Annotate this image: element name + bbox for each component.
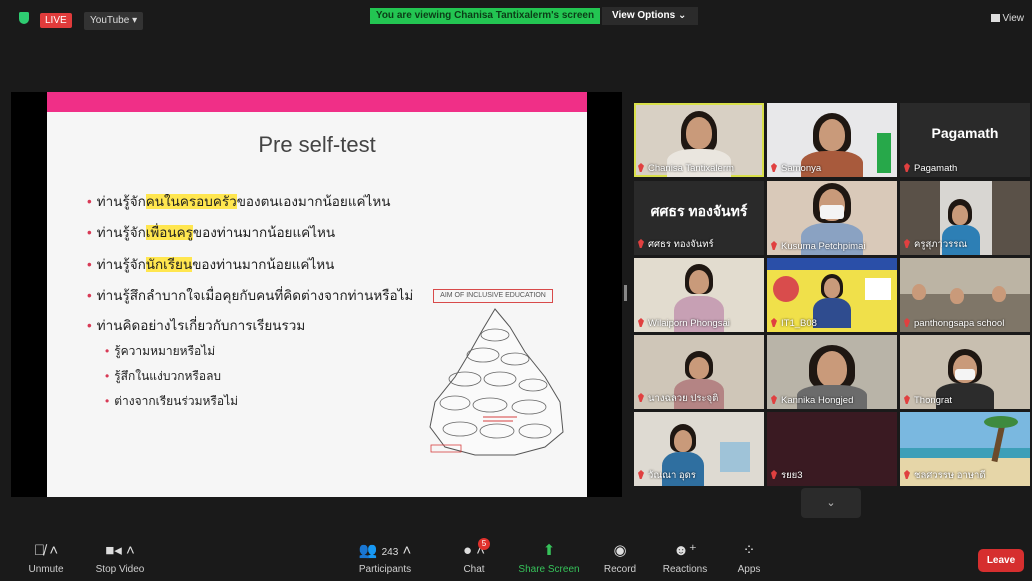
apps-label: Apps: [737, 564, 761, 575]
participant-name: ศศธร ทองจันทร์: [638, 237, 714, 252]
chat-badge: 5: [478, 538, 490, 550]
participants-icon: 👥 243 ˄: [358, 542, 412, 559]
viewing-banner: You are viewing Chanisa Tantixalerm's sc…: [370, 8, 600, 24]
participant-name: นางฉลวย ประจุติ: [638, 391, 718, 406]
banner-prefix: You are viewing: [375, 10, 452, 21]
iceberg-drawing: [429, 308, 564, 456]
muted-mic-icon: 🎙̸ ˄: [33, 542, 59, 559]
participant-initial-name: ศศธร ทองจันทร์: [650, 203, 748, 219]
sub-bullet-3: ต่างจากเรียนร่วมหรือไม่: [105, 392, 238, 411]
participant-tile[interactable]: Wilaiporn Phongsai: [634, 258, 764, 332]
participant-tile[interactable]: Kannika Hongjed: [767, 335, 897, 409]
participant-tile[interactable]: วัณณา อุดร: [634, 412, 764, 486]
sub-bullet-1: รู้ความหมายหรือไม่: [105, 342, 215, 361]
participant-tile[interactable]: panthongsapa school: [900, 258, 1030, 332]
participants-count: 243: [381, 547, 399, 558]
participant-name: วัณณา อุดร: [638, 468, 696, 483]
participant-tile[interactable]: ศศธร ทองจันทร์ ศศธร ทองจันทร์: [634, 181, 764, 255]
slide-title: Pre self-test: [258, 132, 376, 157]
apps-icon: ⁘: [742, 542, 756, 559]
participant-tile[interactable]: Chanisa Tantixalerm: [634, 103, 764, 177]
unmute-button[interactable]: 🎙̸ ˄ Unmute: [10, 540, 82, 575]
reactions-icon: ☻⁺: [673, 542, 697, 559]
stop-video-button[interactable]: ■◂ ˄ Stop Video: [84, 540, 156, 575]
participant-name: Samonya: [771, 163, 821, 174]
reactions-label: Reactions: [662, 564, 708, 575]
participant-tile[interactable]: Kusuma Petchpimai: [767, 181, 897, 255]
participant-tile[interactable]: IT1_B08: [767, 258, 897, 332]
more-participants-button[interactable]: ⌄: [801, 488, 861, 518]
share-screen-button[interactable]: ⬆ Share Screen: [513, 540, 585, 575]
apps-button[interactable]: ⁘ Apps: [713, 540, 785, 575]
live-badge[interactable]: LIVE: [40, 13, 72, 28]
participant-name: IT1_B08: [771, 318, 817, 329]
slide-header-bar: [47, 92, 587, 112]
splitter-handle[interactable]: [624, 285, 627, 301]
leave-button[interactable]: Leave: [978, 549, 1024, 572]
view-button[interactable]: View: [990, 13, 1025, 24]
participant-tile[interactable]: ครูสุภาวรรณ: [900, 181, 1030, 255]
view-options-button[interactable]: View Options ⌄: [602, 7, 698, 25]
participant-initial-name: Pagamath: [931, 125, 999, 141]
participant-tile[interactable]: Thongrat: [900, 335, 1030, 409]
chat-button[interactable]: ● ˄ 5 Chat: [438, 538, 510, 575]
participant-tile[interactable]: Samonya: [767, 103, 897, 177]
participant-name: Wilaiporn Phongsai: [638, 318, 730, 329]
participant-name: Kusuma Petchpimai: [771, 241, 865, 252]
bullet-1: ท่านรู้จักคนในครอบครัวของตนเองมากน้อยแค่…: [87, 190, 390, 212]
share-screen-icon: ⬆: [542, 542, 556, 559]
chat-bubble-icon: ● ˄ 5: [438, 538, 510, 562]
share-screen-label: Share Screen: [518, 564, 580, 575]
participant-name: ครูสุภาวรรณ: [904, 237, 967, 252]
participants-label: Participants: [358, 564, 412, 575]
banner-name: Chanisa Tantixalerm's screen: [454, 10, 595, 21]
participants-button[interactable]: 👥 243 ˄ Participants: [349, 540, 421, 575]
sub-bullet-2: รู้สึกในแง่บวกหรือลบ: [105, 367, 221, 386]
participant-name: panthongsapa school: [904, 318, 1004, 329]
aim-label: AIM OF INCLUSIVE EDUCATION: [433, 289, 553, 303]
bullet-2: ท่านรู้จักเพื่อนครูของท่านมากน้อยแค่ไหน: [87, 221, 335, 243]
participant-tile[interactable]: ชลศวรรษ อาษาดี: [900, 412, 1030, 486]
record-label: Record: [603, 564, 637, 575]
participant-name: Kannika Hongjed: [771, 395, 853, 406]
participant-name: Chanisa Tantixalerm: [638, 163, 734, 174]
grid-icon: [990, 14, 1000, 22]
record-button[interactable]: ◉ Record: [584, 540, 656, 575]
participant-tile[interactable]: Pagamath Pagamath: [900, 103, 1030, 177]
bullet-4: ท่านรู้สึกลำบากใจเมื่อคุยกับคนที่คิดต่าง…: [87, 284, 414, 306]
participant-tile[interactable]: รยย3: [767, 412, 897, 486]
bullet-5: ท่านคิดอย่างไรเกี่ยวกับการเรียนรวม: [87, 314, 306, 336]
participant-name: ชลศวรรษ อาษาดี: [904, 468, 986, 483]
stop-video-label: Stop Video: [95, 564, 145, 575]
presentation-slide: Pre self-test ท่านรู้จักคนในครอบครัวของต…: [47, 92, 587, 497]
shield-icon[interactable]: [19, 12, 29, 24]
video-camera-icon: ■◂ ˄: [105, 542, 135, 559]
reactions-button[interactable]: ☻⁺ Reactions: [649, 540, 721, 575]
bullet-3: ท่านรู้จักนักเรียนของท่านมากน้อยแค่ไหน: [87, 253, 334, 275]
meeting-controls: 🎙̸ ˄ Unmute ■◂ ˄ Stop Video 👥 243 ˄ Part…: [0, 534, 1032, 581]
participant-name: Pagamath: [904, 163, 957, 174]
participant-tile[interactable]: นางฉลวย ประจุติ: [634, 335, 764, 409]
youtube-dropdown[interactable]: YouTube ▾: [84, 12, 144, 30]
top-bar: LIVE YouTube ▾ You are viewing Chanisa T…: [0, 0, 1032, 36]
chat-label: Chat: [463, 564, 485, 575]
view-label: View: [1002, 13, 1025, 24]
participant-name: รยย3: [771, 468, 803, 483]
participant-name: Thongrat: [904, 395, 952, 406]
record-icon: ◉: [613, 542, 627, 559]
unmute-label: Unmute: [28, 564, 64, 575]
